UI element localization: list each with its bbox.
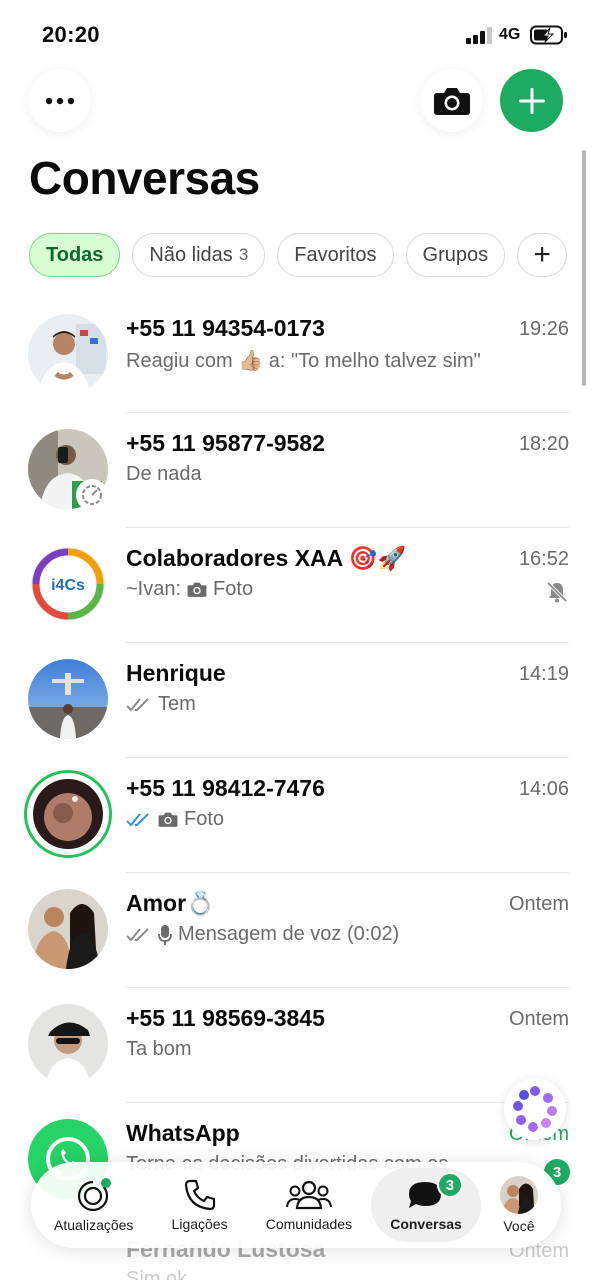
chat-name: +55 11 95877-9582 bbox=[126, 430, 325, 456]
chat-name: Colaboradores XAA 🎯🚀 bbox=[126, 545, 407, 571]
chip-count: 3 bbox=[238, 245, 249, 264]
chat-time: 18:20 bbox=[518, 433, 569, 455]
preview-text: Mensagem de voz (0:02) bbox=[178, 923, 400, 945]
filter-chips: Todas Não lidas 3 Favoritos Grupos + bbox=[29, 233, 592, 277]
chat-row[interactable]: +55 11 94354-0173 19:26 Reagiu com 👍🏼 a:… bbox=[0, 298, 592, 413]
tab-label: Atualizações bbox=[54, 1217, 134, 1233]
chat-preview: Tem bbox=[126, 693, 196, 716]
avatar[interactable] bbox=[28, 314, 108, 394]
filter-chip-grupos[interactable]: Grupos bbox=[405, 233, 506, 277]
filter-chip-todas[interactable]: Todas bbox=[29, 233, 121, 277]
status-bar: 20:20 4G bbox=[0, 0, 592, 70]
chat-name: +55 11 94354-0173 bbox=[126, 315, 325, 341]
filter-chip-favoritos[interactable]: Favoritos bbox=[277, 233, 394, 277]
plus-icon bbox=[518, 87, 545, 114]
avatar[interactable] bbox=[28, 889, 108, 969]
chat-time: Ontem bbox=[508, 1008, 569, 1030]
tab-label: Conversas bbox=[390, 1216, 462, 1232]
network-type: 4G bbox=[499, 26, 521, 43]
chat-name: Henrique bbox=[126, 660, 226, 686]
tab-label: Comunidades bbox=[265, 1216, 353, 1232]
preview-text: Ta bom bbox=[126, 1038, 192, 1060]
chat-preview: Foto bbox=[126, 808, 224, 831]
tab-ligacoes[interactable]: Ligações bbox=[153, 1162, 247, 1248]
add-filter-button[interactable]: + bbox=[517, 233, 568, 277]
chat-row[interactable]: Henrique 14:19 Tem bbox=[0, 643, 592, 758]
chat-preview: Mensagem de voz (0:02) bbox=[126, 923, 399, 946]
updates-icon bbox=[77, 1178, 111, 1212]
tab-comunidades[interactable]: Comunidades bbox=[247, 1162, 372, 1248]
avatar[interactable] bbox=[28, 1004, 108, 1084]
tab-voce[interactable]: Você bbox=[481, 1162, 557, 1248]
chat-time: 19:26 bbox=[518, 318, 569, 340]
preview-text: Tem bbox=[158, 693, 196, 715]
battery-charging-icon bbox=[530, 25, 567, 45]
chat-name: Amor💍 bbox=[126, 890, 215, 916]
chat-row[interactable]: Amor💍 Ontem Mensagem de voz (0:02) bbox=[0, 873, 592, 988]
preview-text: Foto bbox=[213, 578, 254, 600]
preview-text: Reagiu com 👍🏼 a: "To melho talvez sim" bbox=[126, 350, 481, 372]
chat-time: 14:06 bbox=[518, 778, 569, 800]
chip-label: Todas bbox=[46, 243, 104, 266]
tab-atualizacoes[interactable]: Atualizações bbox=[35, 1162, 153, 1248]
camera-icon bbox=[433, 87, 470, 115]
chat-preview: De nada bbox=[126, 463, 202, 486]
tab-label: Você bbox=[503, 1218, 535, 1234]
camera-button[interactable] bbox=[420, 69, 483, 132]
group-logo-text: i4Cs bbox=[51, 577, 85, 594]
chip-label: Favoritos bbox=[294, 243, 377, 266]
bottom-tab-bar: Atualizações Ligações Comunidades 3 Conv… bbox=[31, 1162, 561, 1248]
chat-preview: Reagiu com 👍🏼 a: "To melho talvez sim" bbox=[126, 348, 481, 373]
tab-badge: 3 bbox=[436, 1172, 463, 1198]
meta-ai-icon bbox=[513, 1086, 557, 1132]
chat-preview: Ta bom bbox=[126, 1038, 192, 1061]
microphone-icon bbox=[158, 924, 172, 945]
muted-bell-icon bbox=[546, 581, 568, 603]
chip-label: Grupos bbox=[422, 243, 489, 266]
chat-time: Ontem bbox=[508, 893, 569, 915]
tab-label: Ligações bbox=[171, 1216, 228, 1232]
chat-row[interactable]: +55 11 95877-9582 18:20 De nada bbox=[0, 413, 592, 528]
chat-name: +55 11 98569-3845 bbox=[126, 1005, 325, 1031]
preview-text: Sim ok bbox=[126, 1268, 188, 1280]
filter-chip-nao-lidas[interactable]: Não lidas 3 bbox=[132, 233, 266, 277]
chat-time: 14:19 bbox=[518, 663, 569, 685]
status-timer-icon bbox=[76, 479, 108, 511]
photo-icon bbox=[158, 812, 178, 827]
ellipsis-icon bbox=[45, 97, 74, 104]
delivered-ticks-icon bbox=[126, 927, 149, 941]
page-title: Conversas bbox=[29, 152, 260, 204]
preview-text: De nada bbox=[126, 463, 202, 485]
photo-icon bbox=[187, 582, 207, 597]
new-chat-button[interactable] bbox=[500, 69, 563, 132]
profile-avatar bbox=[499, 1176, 538, 1214]
delivered-ticks-icon bbox=[126, 697, 149, 711]
avatar[interactable]: i4Cs bbox=[28, 544, 108, 624]
chat-row[interactable]: +55 11 98412-7476 14:06 Foto bbox=[0, 758, 592, 873]
tab-conversas[interactable]: 3 Conversas bbox=[371, 1168, 481, 1242]
chat-row[interactable]: i4Cs Colaboradores XAA 🎯🚀 16:52 ~Ivan: F… bbox=[0, 528, 592, 643]
avatar[interactable] bbox=[33, 779, 103, 849]
preview-text: Foto bbox=[184, 808, 225, 830]
meta-ai-button[interactable] bbox=[504, 1078, 566, 1140]
chip-label: Não lidas bbox=[149, 243, 233, 266]
avatar[interactable] bbox=[28, 659, 108, 739]
status-time: 20:20 bbox=[42, 22, 100, 47]
chat-preview: ~Ivan: Foto bbox=[126, 578, 253, 601]
read-ticks-icon bbox=[126, 812, 149, 826]
communities-icon bbox=[285, 1180, 332, 1210]
chat-name: WhatsApp bbox=[126, 1120, 240, 1146]
menu-button[interactable] bbox=[28, 69, 91, 132]
phone-icon bbox=[184, 1179, 215, 1211]
signal-icon bbox=[466, 27, 492, 44]
chat-name: +55 11 98412-7476 bbox=[126, 775, 325, 801]
preview-sender: ~Ivan: bbox=[126, 578, 182, 600]
chat-time: 16:52 bbox=[518, 548, 569, 570]
plus-icon: + bbox=[533, 238, 551, 271]
